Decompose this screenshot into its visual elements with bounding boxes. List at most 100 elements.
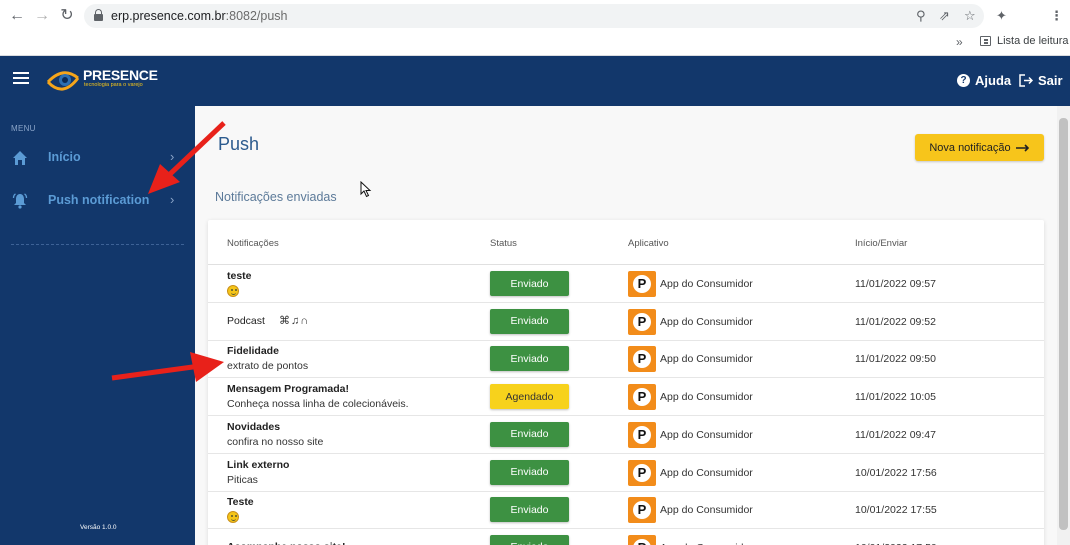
logo-text: PRESENCE (83, 67, 158, 83)
reading-list-icon (980, 36, 991, 46)
app-logo-icon: P (628, 421, 656, 448)
reload-icon[interactable]: ↻ (57, 6, 77, 26)
send-date: 10/01/2022 17:56 (855, 466, 937, 479)
status-badge[interactable]: Enviado (490, 421, 569, 447)
mouse-cursor-icon (360, 181, 372, 198)
notification-title: Acompanhe nosso site! (227, 541, 345, 545)
app-name: App do Consumidor (660, 391, 753, 404)
key-icon[interactable]: ⚲ (916, 8, 926, 24)
table-header: Notificações Status Aplicativo Início/En… (208, 220, 1044, 265)
back-icon[interactable]: ← (7, 6, 27, 26)
reading-list-label: Lista de leitura (997, 35, 1069, 47)
status-badge[interactable]: Agendado (490, 384, 569, 410)
column-header: Status (490, 238, 517, 249)
help-link[interactable]: ? Ajuda (957, 73, 1011, 88)
send-date: 11/01/2022 09:52 (855, 315, 936, 328)
bookmarks-overflow-icon[interactable]: » (956, 35, 963, 49)
reading-list-button[interactable]: Lista de leitura (980, 35, 1069, 47)
table-row[interactable]: teste Enviado P App do Consumidor 11/01/2022… (208, 265, 1044, 303)
sidebar: MENU Início › Push notification › Versão… (0, 106, 195, 545)
scroll-thumb[interactable] (1059, 118, 1068, 530)
logout-label: Sair (1038, 73, 1063, 88)
app-name: App do Consumidor (660, 466, 753, 479)
status-badge[interactable]: Enviado (490, 497, 569, 523)
notification-title: Fidelidade (227, 345, 279, 358)
smiley-emoji-icon (227, 511, 239, 524)
column-header: Início/Enviar (855, 238, 908, 249)
bell-icon (12, 193, 28, 209)
status-badge[interactable]: Enviado (490, 308, 569, 334)
eye-logo-icon (46, 71, 80, 91)
send-date: 11/01/2022 09:47 (855, 428, 936, 441)
arrow-right-icon (1015, 143, 1029, 152)
lock-icon (94, 9, 103, 21)
podcast-emoji-icons: ⌘♫∩ (279, 314, 310, 327)
column-header: Notificações (227, 238, 279, 249)
logout-icon (1019, 74, 1033, 87)
app-name: App do Consumidor (660, 504, 753, 517)
menu-label: MENU (11, 124, 36, 133)
forward-icon[interactable]: → (32, 6, 52, 26)
send-date: 10/01/2022 17:55 (855, 504, 937, 517)
section-title: Notificações enviadas (215, 190, 337, 204)
page-title: Push (218, 134, 260, 154)
bookmarks-bar: » Lista de leitura (0, 32, 1070, 56)
table-row[interactable]: Fidelidade extrato de pontos Enviado P App d… (208, 340, 1044, 379)
new-notification-button[interactable]: Nova notificação (915, 134, 1044, 161)
sidebar-divider (11, 244, 184, 245)
app-logo-icon: P (628, 384, 656, 411)
send-date: 11/01/2022 10:05 (855, 391, 936, 404)
page-scrollbar[interactable] (1057, 106, 1070, 545)
notification-title: teste (227, 270, 252, 282)
notification-message: Conheça nossa linha de colecionáveis. (227, 398, 409, 411)
sidebar-item-push-notification[interactable]: Push notification › (0, 184, 195, 218)
notification-message: confira no nosso site (227, 435, 324, 448)
notification-message: extrato de pontos (227, 360, 309, 373)
app-name: App do Consumidor (660, 278, 753, 290)
notification-title: Mensagem Programada! (227, 383, 349, 396)
sidebar-item-label: Início (48, 150, 81, 164)
notification-title: Podcast (227, 314, 265, 327)
app-logo-icon: P (628, 308, 656, 335)
table-row[interactable]: Mensagem Programada! Conheça nossa linha … (208, 378, 1044, 417)
notification-title: Teste (227, 496, 254, 509)
browser-toolbar: ← → ↻ erp.presence.com.br:8082/push ⚲ ⇗ … (0, 0, 1070, 32)
home-icon (13, 151, 27, 165)
app-logo-icon: P (628, 271, 656, 297)
help-label: Ajuda (975, 73, 1012, 88)
star-icon[interactable]: ☆ (964, 8, 976, 24)
table-row[interactable]: Novidades confira no nosso site Enviado P Ap… (208, 416, 1044, 454)
notification-title: Link externo (227, 458, 290, 471)
table-row[interactable]: Podcast ⌘♫∩ Enviado P App do Consumidor 11/01… (208, 303, 1044, 341)
app-logo-icon: P (628, 459, 656, 486)
sidebar-item-inicio[interactable]: Início › (0, 141, 195, 175)
puzzle-icon[interactable]: ✦ (996, 8, 1007, 24)
app-logo-icon: P (628, 534, 656, 545)
status-badge[interactable]: Enviado (490, 534, 569, 545)
app-name: App do Consumidor (660, 428, 753, 441)
share-icon[interactable]: ⇗ (939, 8, 950, 24)
help-icon: ? (957, 74, 970, 87)
status-badge[interactable]: Enviado (490, 271, 569, 296)
status-badge[interactable]: Enviado (490, 459, 569, 485)
logout-link[interactable]: Sair (1019, 73, 1063, 88)
more-icon[interactable]: ⋮ (1050, 8, 1063, 24)
smiley-emoji-icon (227, 285, 239, 297)
url-text: erp.presence.com.br:8082/push (111, 9, 288, 23)
app-header: PRESENCE tecnologia para o varejo ? Ajud… (0, 56, 1070, 106)
status-badge[interactable]: Enviado (490, 346, 569, 372)
notifications-table: Notificações Status Aplicativo Início/En… (208, 220, 1044, 545)
notification-title: Novidades (227, 420, 281, 433)
table-row[interactable]: Teste Enviado P App do Consumidor 10/01/2022… (208, 491, 1044, 530)
app-name: App do Consumidor (660, 315, 753, 328)
hamburger-menu-icon[interactable] (13, 72, 29, 84)
address-bar[interactable]: erp.presence.com.br:8082/push ⚲ ⇗ ☆ (84, 4, 984, 28)
version-label: Versão 1.0.0 (80, 524, 117, 531)
table-row[interactable]: Acompanhe nosso site!EnviadoPApp do Cons… (208, 529, 1044, 545)
app-logo-icon: P (628, 497, 656, 524)
chevron-right-icon: › (170, 149, 175, 164)
send-date: 11/01/2022 09:57 (855, 278, 936, 290)
table-row[interactable]: Link externo Piticas Enviado P App do Consum… (208, 454, 1044, 492)
app-logo-icon: P (628, 346, 656, 373)
chevron-right-icon: › (170, 192, 175, 207)
